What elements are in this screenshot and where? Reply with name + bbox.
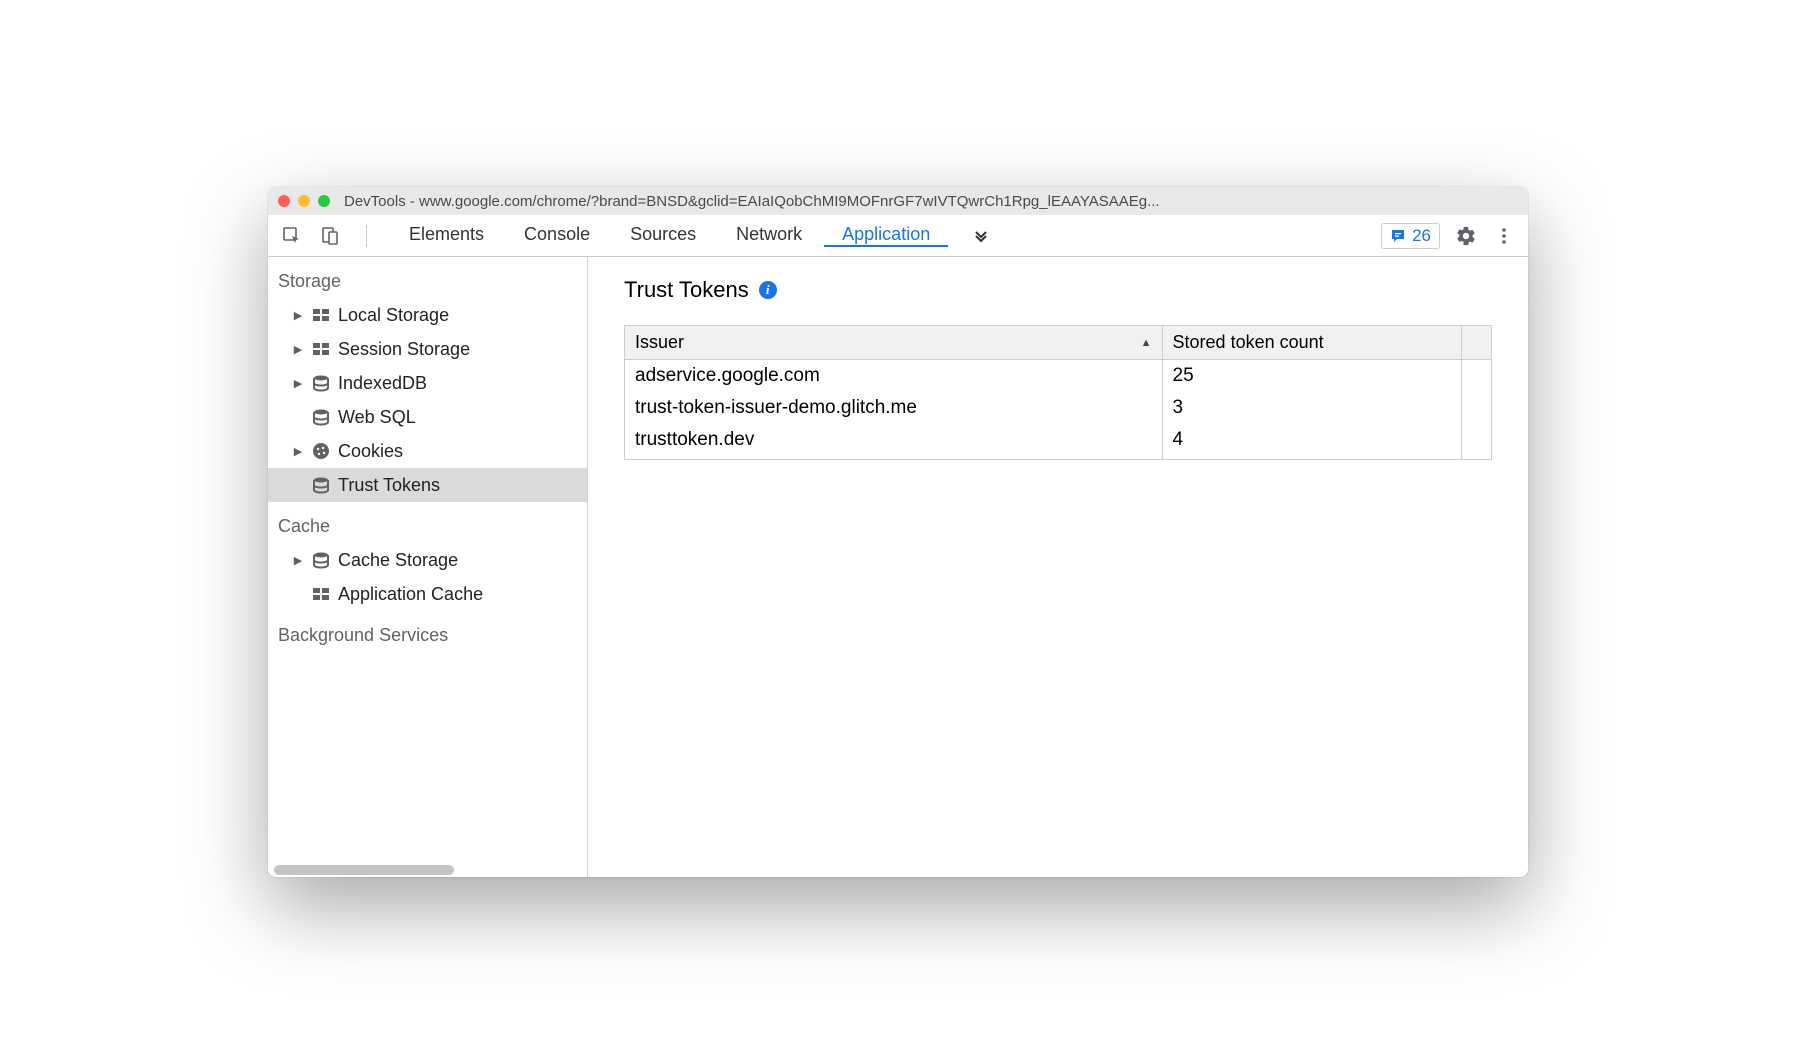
tab-application[interactable]: Application bbox=[824, 224, 948, 247]
chevron-right-icon: ▶ bbox=[292, 309, 304, 322]
tab-sources[interactable]: Sources bbox=[612, 224, 714, 247]
issues-count: 26 bbox=[1412, 226, 1431, 246]
main-panel: Trust Tokens i Issuer▲Stored token count… bbox=[588, 257, 1528, 877]
cell-spacer bbox=[1462, 424, 1492, 460]
sidebar: Storage ▶ Local Storage ▶ Session Storage ▶ In… bbox=[268, 257, 588, 877]
page-title: Trust Tokens i bbox=[624, 277, 1492, 303]
toolbar-divider bbox=[366, 225, 367, 247]
tab-console[interactable]: Console bbox=[506, 224, 608, 247]
devtools-window: DevTools - www.google.com/chrome/?brand=… bbox=[268, 187, 1528, 877]
titlebar: DevTools - www.google.com/chrome/?brand=… bbox=[268, 187, 1528, 215]
db-icon bbox=[310, 551, 332, 569]
table-row[interactable]: adservice.google.com25 bbox=[625, 360, 1492, 393]
sidebar-item-trust-tokens[interactable]: ▶Trust Tokens bbox=[268, 468, 587, 502]
inspect-element-icon[interactable] bbox=[280, 224, 304, 248]
minimize-window-button[interactable] bbox=[298, 195, 310, 207]
cookie-icon bbox=[310, 442, 332, 460]
table-icon bbox=[310, 585, 332, 603]
column-header-spacer bbox=[1462, 326, 1492, 360]
zoom-window-button[interactable] bbox=[318, 195, 330, 207]
sidebar-item-application-cache[interactable]: ▶Application Cache bbox=[268, 577, 587, 611]
more-tabs-button[interactable] bbox=[962, 226, 1000, 246]
sort-asc-icon: ▲ bbox=[1141, 337, 1152, 349]
sidebar-item-cache-storage[interactable]: ▶ Cache Storage bbox=[268, 543, 587, 577]
message-icon bbox=[1390, 228, 1406, 244]
traffic-lights bbox=[278, 195, 330, 207]
chevron-right-icon: ▶ bbox=[292, 343, 304, 356]
horizontal-scrollbar[interactable] bbox=[268, 863, 587, 877]
column-header[interactable]: Issuer▲ bbox=[625, 326, 1163, 360]
cell-count: 4 bbox=[1162, 424, 1461, 460]
window-title: DevTools - www.google.com/chrome/?brand=… bbox=[344, 193, 1518, 210]
sidebar-item-local-storage[interactable]: ▶ Local Storage bbox=[268, 298, 587, 332]
sidebar-item-label: Cache Storage bbox=[338, 550, 581, 571]
table-icon bbox=[310, 340, 332, 358]
info-icon[interactable]: i bbox=[759, 281, 777, 299]
cell-issuer: trust-token-issuer-demo.glitch.me bbox=[625, 392, 1163, 424]
db-icon bbox=[310, 374, 332, 392]
cell-count: 3 bbox=[1162, 392, 1461, 424]
sidebar-item-label: Cookies bbox=[338, 441, 581, 462]
chevron-right-icon: ▶ bbox=[292, 377, 304, 390]
cell-count: 25 bbox=[1162, 360, 1461, 393]
issues-badge[interactable]: 26 bbox=[1381, 223, 1440, 249]
sidebar-item-label: Web SQL bbox=[338, 407, 581, 428]
tab-elements[interactable]: Elements bbox=[391, 224, 502, 247]
section-title: Storage bbox=[268, 257, 587, 298]
sidebar-item-label: Trust Tokens bbox=[338, 475, 581, 496]
cell-issuer: trusttoken.dev bbox=[625, 424, 1163, 460]
page-title-text: Trust Tokens bbox=[624, 277, 749, 303]
table-row[interactable]: trusttoken.dev4 bbox=[625, 424, 1492, 460]
device-toolbar-icon[interactable] bbox=[318, 224, 342, 248]
tab-network[interactable]: Network bbox=[718, 224, 820, 247]
chevron-right-icon: ▶ bbox=[292, 445, 304, 458]
section-title: Cache bbox=[268, 502, 587, 543]
chevron-right-icon: ▶ bbox=[292, 554, 304, 567]
db-icon bbox=[310, 476, 332, 494]
column-header[interactable]: Stored token count bbox=[1162, 326, 1461, 360]
cell-spacer bbox=[1462, 360, 1492, 393]
trust-tokens-table: Issuer▲Stored token count adservice.goog… bbox=[624, 325, 1492, 460]
sidebar-item-web-sql[interactable]: ▶Web SQL bbox=[268, 400, 587, 434]
table-row[interactable]: trust-token-issuer-demo.glitch.me3 bbox=[625, 392, 1492, 424]
sidebar-item-cookies[interactable]: ▶ Cookies bbox=[268, 434, 587, 468]
sidebar-item-label: Application Cache bbox=[338, 584, 581, 605]
table-icon bbox=[310, 306, 332, 324]
close-window-button[interactable] bbox=[278, 195, 290, 207]
section-title: Background Services bbox=[268, 611, 587, 652]
cell-spacer bbox=[1462, 392, 1492, 424]
devtools-toolbar: ElementsConsoleSourcesNetworkApplication… bbox=[268, 215, 1528, 257]
sidebar-item-session-storage[interactable]: ▶ Session Storage bbox=[268, 332, 587, 366]
sidebar-item-label: IndexedDB bbox=[338, 373, 581, 394]
sidebar-item-label: Session Storage bbox=[338, 339, 581, 360]
cell-issuer: adservice.google.com bbox=[625, 360, 1163, 393]
db-icon bbox=[310, 408, 332, 426]
more-options-icon[interactable] bbox=[1492, 224, 1516, 248]
panel-tabs: ElementsConsoleSourcesNetworkApplication bbox=[391, 224, 948, 247]
settings-icon[interactable] bbox=[1454, 224, 1478, 248]
sidebar-item-indexeddb[interactable]: ▶ IndexedDB bbox=[268, 366, 587, 400]
sidebar-item-label: Local Storage bbox=[338, 305, 581, 326]
